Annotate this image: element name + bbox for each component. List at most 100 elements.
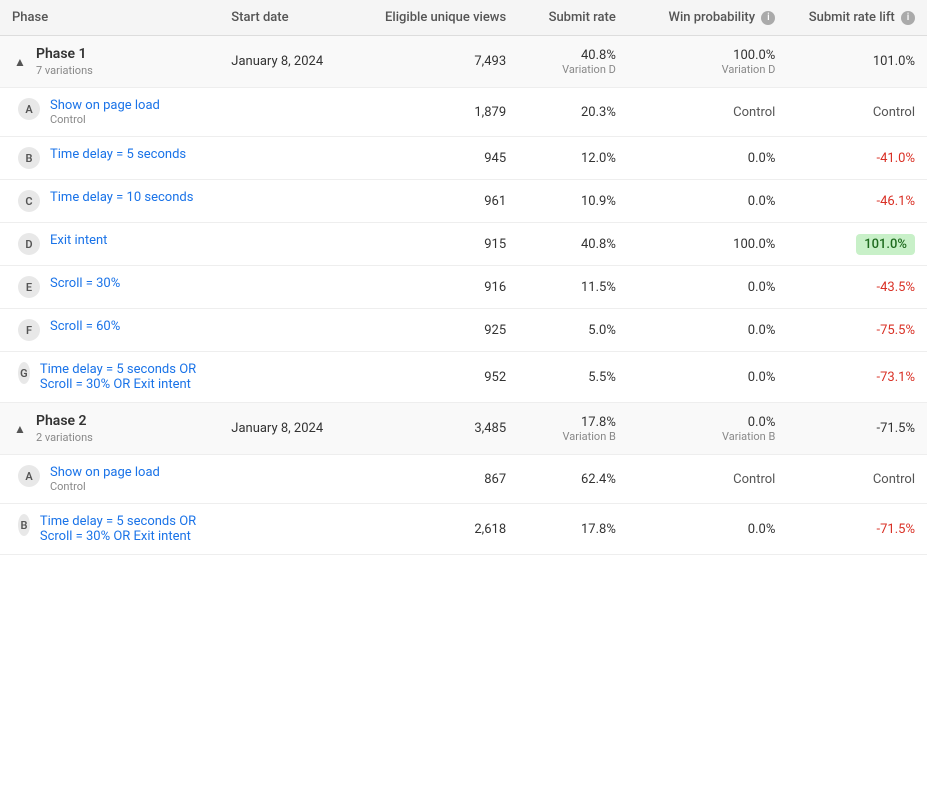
var-name-cell-1-3: C Time delay = 10 seconds: [0, 180, 219, 223]
var-eligible-1-1: 1,879: [359, 88, 518, 137]
winprob-value-1-4: 100.0%: [733, 237, 775, 252]
variation-name-link-2-1[interactable]: Show on page load: [50, 465, 160, 480]
variation-row-1-5: E Scroll = 30% 916 11.5% 0.0% -43.5%: [0, 266, 927, 309]
variation-name-link-1-4[interactable]: Exit intent: [50, 233, 107, 248]
phase-chevron-1[interactable]: ▲: [12, 55, 28, 69]
phase-variations-1: 7 variations: [36, 64, 93, 77]
var-submit-lift-1-4: 101.0%: [787, 223, 927, 266]
var-date-1-1: [219, 88, 359, 137]
variation-row-1-4: D Exit intent 915 40.8% 100.0% 101.0%: [0, 223, 927, 266]
col-eligible: Eligible unique views: [359, 0, 518, 36]
variation-row-1-2: B Time delay = 5 seconds 945 12.0% 0.0% …: [0, 137, 927, 180]
var-eligible-1-4: 915: [359, 223, 518, 266]
var-eligible-1-3: 961: [359, 180, 518, 223]
var-date-1-6: [219, 309, 359, 352]
variation-row-2-1: A Show on page load Control 867 62.4% Co…: [0, 455, 927, 504]
variation-row-1-1: A Show on page load Control 1,879 20.3% …: [0, 88, 927, 137]
lift-negative-1-2: -41.0%: [877, 151, 915, 166]
winprob-value-1-6: 0.0%: [748, 323, 776, 338]
variation-id-badge-1-5: E: [18, 276, 40, 298]
winprob-value-2-2: 0.0%: [748, 522, 776, 537]
var-submit-rate-1-2: 12.0%: [518, 137, 628, 180]
variation-name-link-1-5[interactable]: Scroll = 30%: [50, 276, 120, 291]
lift-negative-1-6: -75.5%: [877, 323, 915, 338]
var-win-prob-1-4: 100.0%: [628, 223, 787, 266]
phase-row-1: ▲ Phase 1 7 variations January 8, 2024 7…: [0, 36, 927, 88]
var-eligible-2-2: 2,618: [359, 504, 518, 555]
submit-lift-info-icon[interactable]: i: [901, 11, 915, 25]
var-eligible-1-6: 925: [359, 309, 518, 352]
var-win-prob-1-1: Control: [628, 88, 787, 137]
var-win-prob-1-7: 0.0%: [628, 352, 787, 403]
col-submit-lift: Submit rate lift i: [787, 0, 927, 36]
variation-sub-1-1: Control: [50, 113, 160, 126]
main-table-container: Phase Start date Eligible unique views S…: [0, 0, 927, 555]
var-name-cell-2-1: A Show on page load Control: [0, 455, 219, 504]
var-eligible-1-2: 945: [359, 137, 518, 180]
var-submit-lift-1-1: Control: [787, 88, 927, 137]
variation-id-badge-1-6: F: [18, 319, 40, 341]
variation-id-badge-2-1: A: [18, 465, 40, 487]
col-win-prob: Win probability i: [628, 0, 787, 36]
lift-negative-1-7: -73.1%: [877, 370, 915, 385]
phase-title-cell-2: ▲ Phase 2 2 variations: [0, 403, 219, 455]
winprob-control-2-1: Control: [733, 472, 775, 487]
variation-id-badge-1-2: B: [18, 147, 40, 169]
variation-row-1-3: C Time delay = 10 seconds 961 10.9% 0.0%…: [0, 180, 927, 223]
var-submit-lift-1-3: -46.1%: [787, 180, 927, 223]
var-name-cell-1-4: D Exit intent: [0, 223, 219, 266]
lift-control-2-1: Control: [873, 472, 915, 487]
variation-name-link-2-2[interactable]: Time delay = 5 seconds OR Scroll = 30% O…: [40, 514, 207, 544]
var-submit-rate-1-6: 5.0%: [518, 309, 628, 352]
variation-name-link-1-2[interactable]: Time delay = 5 seconds: [50, 147, 186, 162]
var-submit-rate-1-4: 40.8%: [518, 223, 628, 266]
phase-date-1: January 8, 2024: [219, 36, 359, 88]
var-win-prob-1-3: 0.0%: [628, 180, 787, 223]
winprob-value-1-3: 0.0%: [748, 194, 776, 209]
variation-name-link-1-7[interactable]: Time delay = 5 seconds OR Scroll = 30% O…: [40, 362, 207, 392]
variation-id-badge-1-7: G: [18, 362, 30, 384]
variation-id-badge-1-1: A: [18, 98, 40, 120]
phase-submit-rate-2: 17.8% Variation B: [518, 403, 628, 455]
var-submit-rate-2-2: 17.8%: [518, 504, 628, 555]
variation-name-link-1-3[interactable]: Time delay = 10 seconds: [50, 190, 193, 205]
variation-id-badge-2-2: B: [18, 514, 30, 536]
phase-title-2: Phase 2: [36, 413, 93, 429]
variation-name-link-1-6[interactable]: Scroll = 60%: [50, 319, 120, 334]
var-submit-lift-2-2: -71.5%: [787, 504, 927, 555]
var-win-prob-2-1: Control: [628, 455, 787, 504]
variation-sub-2-1: Control: [50, 480, 160, 493]
var-date-1-7: [219, 352, 359, 403]
var-date-2-1: [219, 455, 359, 504]
var-submit-lift-1-6: -75.5%: [787, 309, 927, 352]
variation-name-link-1-1[interactable]: Show on page load: [50, 98, 160, 113]
variation-row-1-7: G Time delay = 5 seconds OR Scroll = 30%…: [0, 352, 927, 403]
var-name-cell-1-1: A Show on page load Control: [0, 88, 219, 137]
phase-win-prob-1: 100.0% Variation D: [628, 36, 787, 88]
var-win-prob-2-2: 0.0%: [628, 504, 787, 555]
var-name-cell-1-6: F Scroll = 60%: [0, 309, 219, 352]
winprob-control-1-1: Control: [733, 105, 775, 120]
var-date-1-5: [219, 266, 359, 309]
phase-win-prob-2: 0.0% Variation B: [628, 403, 787, 455]
variation-id-badge-1-3: C: [18, 190, 40, 212]
var-win-prob-1-5: 0.0%: [628, 266, 787, 309]
var-win-prob-1-2: 0.0%: [628, 137, 787, 180]
var-eligible-1-5: 916: [359, 266, 518, 309]
win-prob-info-icon[interactable]: i: [761, 11, 775, 25]
var-date-1-4: [219, 223, 359, 266]
var-name-cell-1-7: G Time delay = 5 seconds OR Scroll = 30%…: [0, 352, 219, 403]
phase-chevron-2[interactable]: ▲: [12, 422, 28, 436]
variation-row-1-6: F Scroll = 60% 925 5.0% 0.0% -75.5%: [0, 309, 927, 352]
phase-title-1: Phase 1: [36, 46, 93, 62]
var-win-prob-1-6: 0.0%: [628, 309, 787, 352]
winprob-value-1-5: 0.0%: [748, 280, 776, 295]
winprob-value-1-2: 0.0%: [748, 151, 776, 166]
lift-control-1-1: Control: [873, 105, 915, 120]
var-submit-lift-1-5: -43.5%: [787, 266, 927, 309]
phase-title-cell-1: ▲ Phase 1 7 variations: [0, 36, 219, 88]
var-submit-lift-1-2: -41.0%: [787, 137, 927, 180]
phase-row-2: ▲ Phase 2 2 variations January 8, 2024 3…: [0, 403, 927, 455]
var-submit-rate-1-1: 20.3%: [518, 88, 628, 137]
phase-eligible-1: 7,493: [359, 36, 518, 88]
